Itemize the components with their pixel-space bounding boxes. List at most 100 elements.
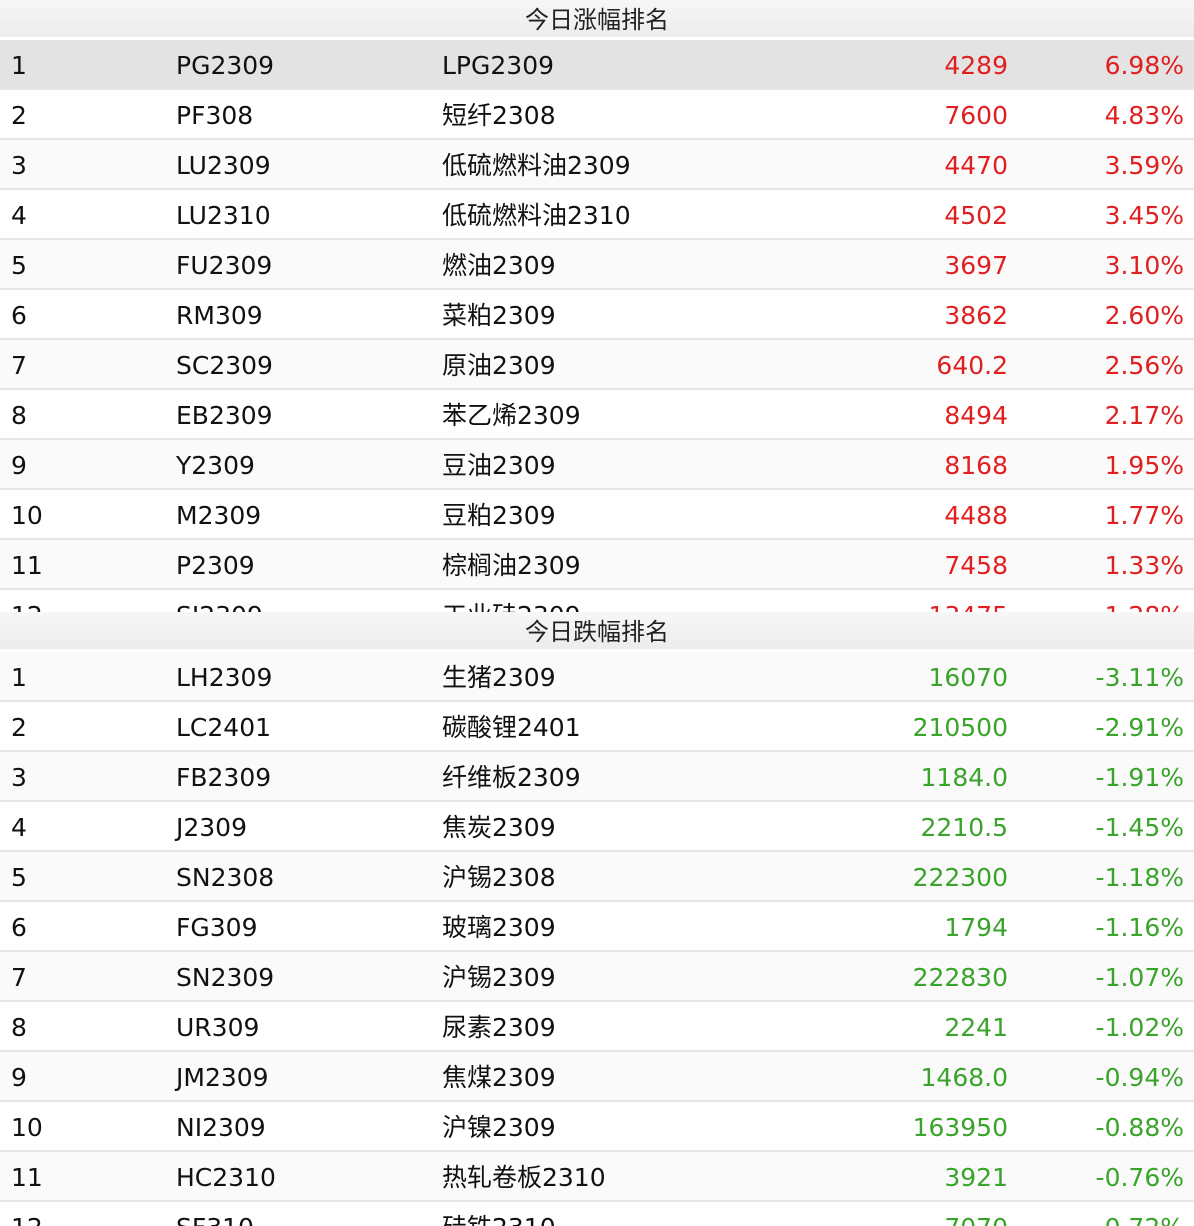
- rank-cell: 11: [11, 1163, 43, 1192]
- rank-cell: 8: [11, 1013, 27, 1042]
- rank-cell: 3: [11, 151, 27, 180]
- table-row[interactable]: 5 FU2309 燃油2309 3697 3.10%: [0, 240, 1194, 290]
- change-percent-cell: 3.10%: [1104, 251, 1184, 280]
- name-cell: 热轧卷板2310: [442, 1163, 606, 1192]
- price-cell: 3697: [944, 251, 1008, 280]
- name-cell: 焦煤2309: [442, 1063, 556, 1092]
- table-row[interactable]: 7 SC2309 原油2309 640.2 2.56%: [0, 340, 1194, 390]
- rank-cell: 1: [11, 51, 27, 80]
- price-cell: 1468.0: [920, 1063, 1008, 1092]
- name-cell: 尿素2309: [442, 1013, 556, 1042]
- name-cell: 沪锡2309: [442, 963, 556, 992]
- name-cell: 沪镍2309: [442, 1113, 556, 1142]
- price-cell: 640.2: [936, 351, 1008, 380]
- table-row[interactable]: 1 PG2309 LPG2309 4289 6.98%: [0, 40, 1194, 90]
- code-cell: FU2309: [176, 251, 273, 280]
- table-row[interactable]: 8 EB2309 苯乙烯2309 8494 2.17%: [0, 390, 1194, 440]
- price-cell: 3921: [944, 1163, 1008, 1192]
- price-cell: 8494: [944, 401, 1008, 430]
- table-row[interactable]: 1 LH2309 生猪2309 16070 -3.11%: [0, 652, 1194, 702]
- losers-section: 今日跌幅排名 1 LH2309 生猪2309 16070 -3.11% 2 LC2401 碳酸…: [0, 612, 1194, 1226]
- change-percent-cell: 1.95%: [1104, 451, 1184, 480]
- name-cell: 菜粕2309: [442, 301, 556, 330]
- table-row[interactable]: 8 UR309 尿素2309 2241 -1.02%: [0, 1002, 1194, 1052]
- rank-cell: 1: [11, 663, 27, 692]
- code-cell: PF308: [176, 101, 254, 130]
- name-cell: 原油2309: [442, 351, 556, 380]
- price-cell: 7070: [944, 1202, 1008, 1226]
- code-cell: NI2309: [176, 1113, 266, 1142]
- code-cell: PG2309: [176, 51, 275, 80]
- change-percent-cell: -1.91%: [1095, 763, 1184, 792]
- code-cell: P2309: [176, 551, 255, 580]
- table-row[interactable]: 12 SI2309 工业硅2309 13475 1.28%: [0, 590, 1194, 612]
- name-cell: 碳酸锂2401: [442, 713, 581, 742]
- code-cell: SC2309: [176, 351, 273, 380]
- code-cell: RM309: [176, 301, 263, 330]
- rank-cell: 5: [11, 863, 27, 892]
- code-cell: JM2309: [176, 1063, 269, 1092]
- price-cell: 4289: [944, 51, 1008, 80]
- code-cell: LU2310: [176, 201, 271, 230]
- table-row[interactable]: 2 PF308 短纤2308 7600 4.83%: [0, 90, 1194, 140]
- table-row[interactable]: 3 FB2309 纤维板2309 1184.0 -1.91%: [0, 752, 1194, 802]
- gainers-section: 今日涨幅排名 1 PG2309 LPG2309 4289 6.98% 2 PF308 短纤23…: [0, 0, 1194, 612]
- table-row[interactable]: 12 SF310 硅铁2310 7070 -0.72%: [0, 1202, 1194, 1226]
- code-cell: FB2309: [176, 763, 272, 792]
- change-percent-cell: -1.07%: [1095, 963, 1184, 992]
- table-row[interactable]: 10 M2309 豆粕2309 4488 1.77%: [0, 490, 1194, 540]
- table-row[interactable]: 3 LU2309 低硫燃料油2309 4470 3.59%: [0, 140, 1194, 190]
- table-row[interactable]: 10 NI2309 沪镍2309 163950 -0.88%: [0, 1102, 1194, 1152]
- table-row[interactable]: 6 FG309 玻璃2309 1794 -1.16%: [0, 902, 1194, 952]
- name-cell: 工业硅2309: [442, 590, 581, 612]
- name-cell: 纤维板2309: [442, 763, 581, 792]
- table-row[interactable]: 11 P2309 棕榈油2309 7458 1.33%: [0, 540, 1194, 590]
- rank-cell: 7: [11, 351, 27, 380]
- table-row[interactable]: 4 LU2310 低硫燃料油2310 4502 3.45%: [0, 190, 1194, 240]
- price-cell: 4488: [944, 501, 1008, 530]
- table-row[interactable]: 9 Y2309 豆油2309 8168 1.95%: [0, 440, 1194, 490]
- code-cell: FG309: [176, 913, 258, 942]
- price-cell: 2241: [944, 1013, 1008, 1042]
- rank-cell: 11: [11, 551, 43, 580]
- code-cell: LC2401: [176, 713, 272, 742]
- change-percent-cell: 2.60%: [1104, 301, 1184, 330]
- code-cell: J2309: [176, 813, 247, 842]
- rank-cell: 6: [11, 301, 27, 330]
- name-cell: LPG2309: [442, 51, 554, 80]
- name-cell: 焦炭2309: [442, 813, 556, 842]
- code-cell: SN2308: [176, 863, 275, 892]
- change-percent-cell: 1.33%: [1104, 551, 1184, 580]
- change-percent-cell: 2.17%: [1104, 401, 1184, 430]
- rank-cell: 3: [11, 763, 27, 792]
- change-percent-cell: -2.91%: [1095, 713, 1184, 742]
- gainers-list[interactable]: 1 PG2309 LPG2309 4289 6.98% 2 PF308 短纤2308 7600 4…: [0, 40, 1194, 612]
- table-row[interactable]: 11 HC2310 热轧卷板2310 3921 -0.76%: [0, 1152, 1194, 1202]
- table-row[interactable]: 5 SN2308 沪锡2308 222300 -1.18%: [0, 852, 1194, 902]
- price-cell: 3862: [944, 301, 1008, 330]
- rank-cell: 4: [11, 813, 27, 842]
- change-percent-cell: -1.16%: [1095, 913, 1184, 942]
- name-cell: 沪锡2308: [442, 863, 556, 892]
- rank-cell: 12: [11, 590, 43, 612]
- price-cell: 2210.5: [920, 813, 1008, 842]
- table-row[interactable]: 9 JM2309 焦煤2309 1468.0 -0.94%: [0, 1052, 1194, 1102]
- change-percent-cell: -0.72%: [1096, 1202, 1184, 1226]
- gainers-header: 今日涨幅排名: [0, 0, 1194, 40]
- name-cell: 棕榈油2309: [442, 551, 581, 580]
- rank-cell: 10: [11, 1113, 43, 1142]
- table-row[interactable]: 4 J2309 焦炭2309 2210.5 -1.45%: [0, 802, 1194, 852]
- change-percent-cell: 3.59%: [1104, 151, 1184, 180]
- losers-list[interactable]: 1 LH2309 生猪2309 16070 -3.11% 2 LC2401 碳酸锂2401 21…: [0, 652, 1194, 1226]
- name-cell: 低硫燃料油2309: [442, 151, 631, 180]
- table-row[interactable]: 7 SN2309 沪锡2309 222830 -1.07%: [0, 952, 1194, 1002]
- table-row[interactable]: 6 RM309 菜粕2309 3862 2.60%: [0, 290, 1194, 340]
- change-percent-cell: 4.83%: [1104, 101, 1184, 130]
- change-percent-cell: 2.56%: [1104, 351, 1184, 380]
- table-row[interactable]: 2 LC2401 碳酸锂2401 210500 -2.91%: [0, 702, 1194, 752]
- code-cell: SF310: [176, 1202, 254, 1226]
- code-cell: LH2309: [176, 663, 273, 692]
- price-cell: 222300: [912, 863, 1008, 892]
- name-cell: 低硫燃料油2310: [442, 201, 631, 230]
- price-cell: 4470: [944, 151, 1008, 180]
